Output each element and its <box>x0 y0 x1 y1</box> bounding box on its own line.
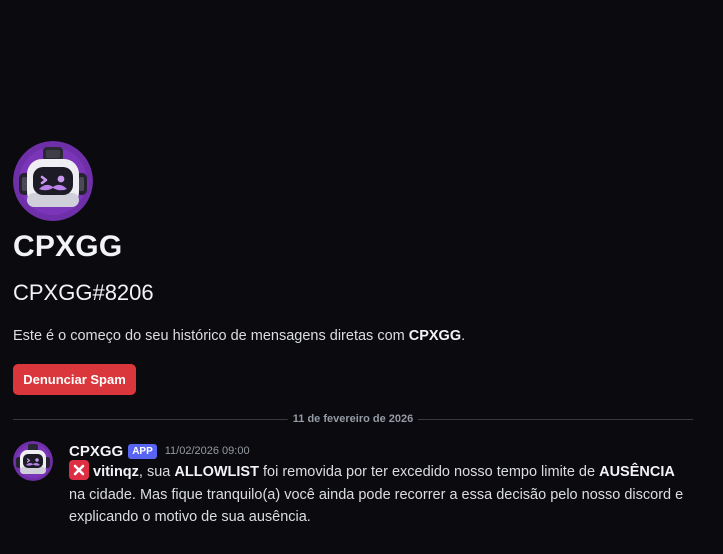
message-timestamp[interactable]: 11/02/2026 09:00 <box>165 445 250 457</box>
intro-suffix: . <box>461 328 466 344</box>
message-header: CPXGG APP 11/02/2026 09:00 <box>69 441 250 461</box>
robot-avatar-icon <box>13 441 53 481</box>
message-allowlist: ALLOWLIST <box>174 464 259 480</box>
profile-username: CPXGG#8206 <box>13 280 154 305</box>
dm-page: CPXGG CPXGG#8206 Este é o começo do seu … <box>0 0 723 554</box>
intro-name: CPXGG <box>408 328 462 344</box>
message-user-name: vitinqz <box>93 464 139 480</box>
profile-display-name: CPXGG <box>13 230 123 263</box>
x-mark-emoji-icon <box>69 460 89 480</box>
message-text-1: , sua <box>138 464 175 480</box>
app-badge: APP <box>128 443 157 459</box>
message-author[interactable]: CPXGG <box>69 443 123 460</box>
message-text-2: foi removida por ter excedido nosso temp… <box>258 464 600 480</box>
report-spam-button[interactable]: Denunciar Spam <box>13 364 136 395</box>
message-ausencia: AUSÊNCIA <box>599 464 675 480</box>
message-content: vitinqz, sua ALLOWLIST foi removida por … <box>69 460 689 529</box>
profile-avatar[interactable] <box>13 141 93 221</box>
message-text-3: na cidade. Mas fique tranquilo(a) você a… <box>69 486 684 526</box>
intro-prefix: Este é o começo do seu histórico de mens… <box>13 328 409 344</box>
robot-avatar-icon <box>13 141 93 221</box>
date-divider: 11 de fevereiro de 2026 <box>13 411 693 427</box>
divider-date: 11 de fevereiro de 2026 <box>287 411 419 427</box>
message-avatar[interactable] <box>13 441 53 481</box>
dm-intro-text: Este é o começo do seu histórico de mens… <box>13 328 465 344</box>
